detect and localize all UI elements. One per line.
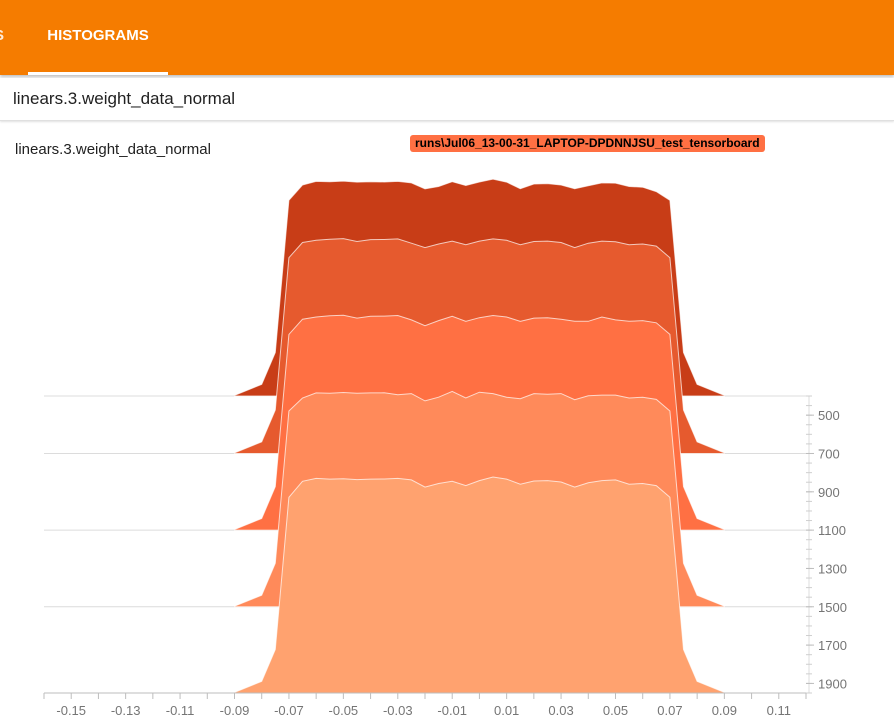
x-tick-label: -0.07 xyxy=(274,703,304,718)
histogram-chart[interactable]: 50070090011001300150017001900-0.15 -0.13-… xyxy=(0,0,894,720)
x-tick-label: -0.13 xyxy=(111,703,141,718)
step-tick-label: 500 xyxy=(818,408,840,423)
x-axis: -0.15 -0.13 -0.11 -0.09 -0.07 -0.05 -0.03 -0.01… xyxy=(43,692,807,718)
x-tick-label: 0.11 xyxy=(767,703,791,718)
step-tick-label: 900 xyxy=(818,485,840,500)
x-tick-label: 0.03 xyxy=(548,703,573,718)
x-tick-label: -0.11 xyxy=(166,703,195,718)
step-tick-label: 1700 xyxy=(818,638,847,653)
step-tick-label: 700 xyxy=(818,446,840,461)
x-tick-label: 0.01 xyxy=(494,703,519,718)
x-tick-label: -0.03 xyxy=(383,703,413,718)
x-tick-label: 0.07 xyxy=(657,703,682,718)
step-tick-label: 1900 xyxy=(818,676,847,691)
x-tick-label: -0.01 xyxy=(437,703,467,718)
step-tick-label: 1500 xyxy=(818,600,847,615)
x-tick-label: -0.09 xyxy=(220,703,250,718)
x-tick-label: 0.05 xyxy=(603,703,628,718)
x-tick-label: -0.15 xyxy=(56,703,86,718)
x-tick-label: 0.09 xyxy=(712,703,737,718)
x-tick-label: -0.05 xyxy=(329,703,359,718)
step-tick-label: 1100 xyxy=(818,523,846,538)
step-tick-label: 1300 xyxy=(818,561,847,576)
histogram-area[interactable] xyxy=(234,476,725,694)
step-axis: 500 700 900 1100 1300 1500 1700 1900 xyxy=(806,395,847,694)
